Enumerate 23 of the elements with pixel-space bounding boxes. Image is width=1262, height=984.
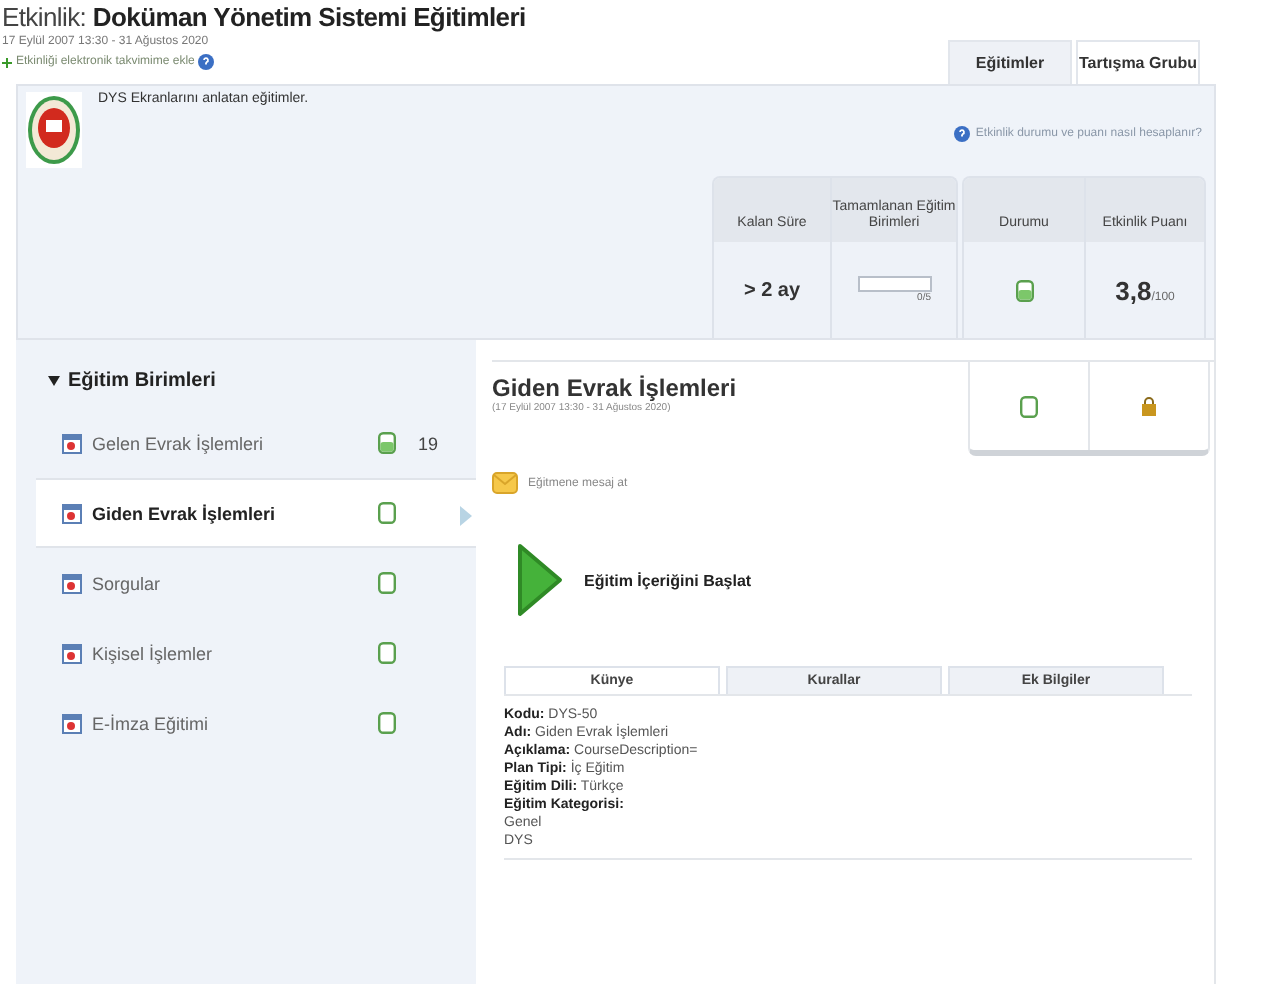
tab[interactable]: Eğitimler bbox=[948, 40, 1072, 84]
document-icon bbox=[62, 433, 82, 453]
help-icon[interactable] bbox=[953, 126, 970, 142]
document-icon bbox=[62, 503, 82, 523]
page-title: Etkinlik: Doküman Yönetim Sistemi Eğitimleri bbox=[2, 2, 526, 34]
sidebar-item[interactable]: Kişisel İşlemler bbox=[36, 618, 476, 688]
unit-title: Giden Evrak İşlemleri bbox=[492, 374, 737, 402]
help-icon[interactable] bbox=[198, 54, 215, 70]
document-icon bbox=[62, 573, 82, 593]
remaining-time: > 2 ay bbox=[741, 277, 803, 305]
section-heading[interactable]: Eğitim Birimleri bbox=[68, 369, 216, 391]
sidebar-item[interactable]: Giden Evrak İşlemleri bbox=[36, 478, 476, 548]
start-button[interactable]: Eğitim İçeriğini Başlat bbox=[516, 542, 752, 618]
sidebar-item[interactable]: E-İmza Eğitimi bbox=[36, 688, 476, 758]
pointer-icon bbox=[460, 506, 472, 526]
emblem-icon bbox=[26, 92, 82, 168]
tab[interactable]: Tartışma Grubu bbox=[1076, 40, 1200, 84]
play-icon bbox=[516, 542, 564, 618]
document-icon bbox=[62, 713, 82, 733]
sidebar-item[interactable]: Gelen Evrak İşlemleri 19 bbox=[36, 408, 476, 478]
plus-icon bbox=[2, 57, 12, 67]
document-icon bbox=[62, 643, 82, 663]
sidebar-item[interactable]: Sorgular bbox=[36, 548, 476, 618]
